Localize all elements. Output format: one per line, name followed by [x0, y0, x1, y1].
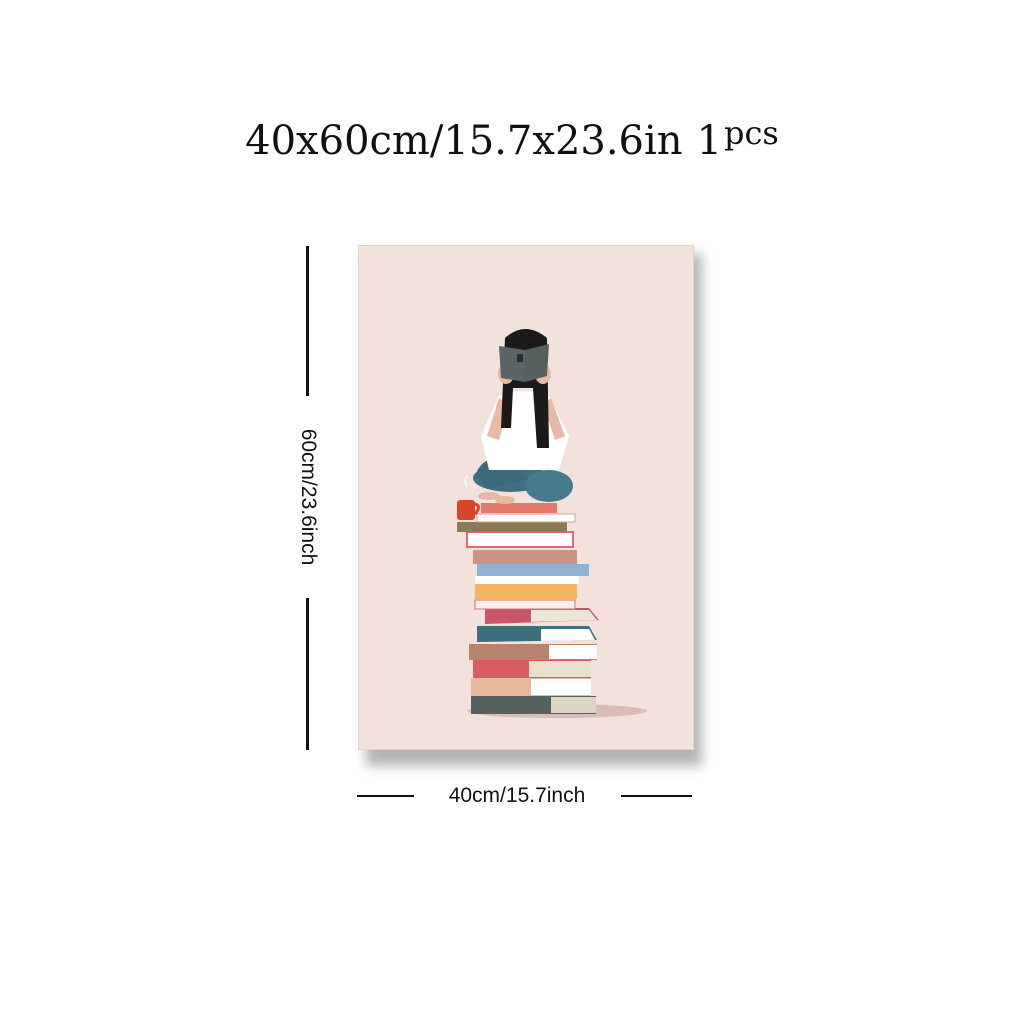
book-pages	[529, 661, 591, 677]
book	[476, 513, 576, 523]
book	[474, 599, 576, 610]
book	[481, 503, 557, 513]
height-dimension-line-top	[306, 246, 309, 396]
book-pages	[541, 629, 595, 641]
book	[475, 584, 577, 599]
book-pages	[551, 697, 596, 713]
width-dimension-label: 40cm/15.7inch	[448, 784, 586, 807]
book-pages	[549, 645, 597, 659]
steam	[464, 475, 468, 487]
book	[473, 550, 577, 564]
book-stack	[457, 503, 599, 714]
quantity-number: 1	[696, 118, 723, 164]
book	[475, 576, 579, 584]
book	[477, 564, 589, 576]
height-dimension-label: 60cm/23.6inch	[297, 428, 320, 566]
book-pages	[531, 610, 597, 622]
woman-reading	[473, 329, 573, 504]
open-book-icon	[499, 346, 525, 382]
product-title: 40x60cm/15.7x23.6in 1pcs	[0, 114, 1024, 164]
size-title: 40x60cm/15.7x23.6in	[245, 118, 683, 164]
book-pages	[531, 679, 591, 695]
poster-artwork	[358, 245, 694, 750]
height-dimension-line-bottom	[306, 598, 309, 750]
book	[466, 531, 574, 548]
reading-woman-illustration	[457, 329, 647, 718]
quantity: 1pcs	[696, 114, 779, 164]
book	[457, 522, 567, 532]
width-dimension-line-left	[357, 795, 414, 797]
width-dimension-line-right	[621, 795, 692, 797]
quantity-unit: pcs	[724, 114, 779, 152]
